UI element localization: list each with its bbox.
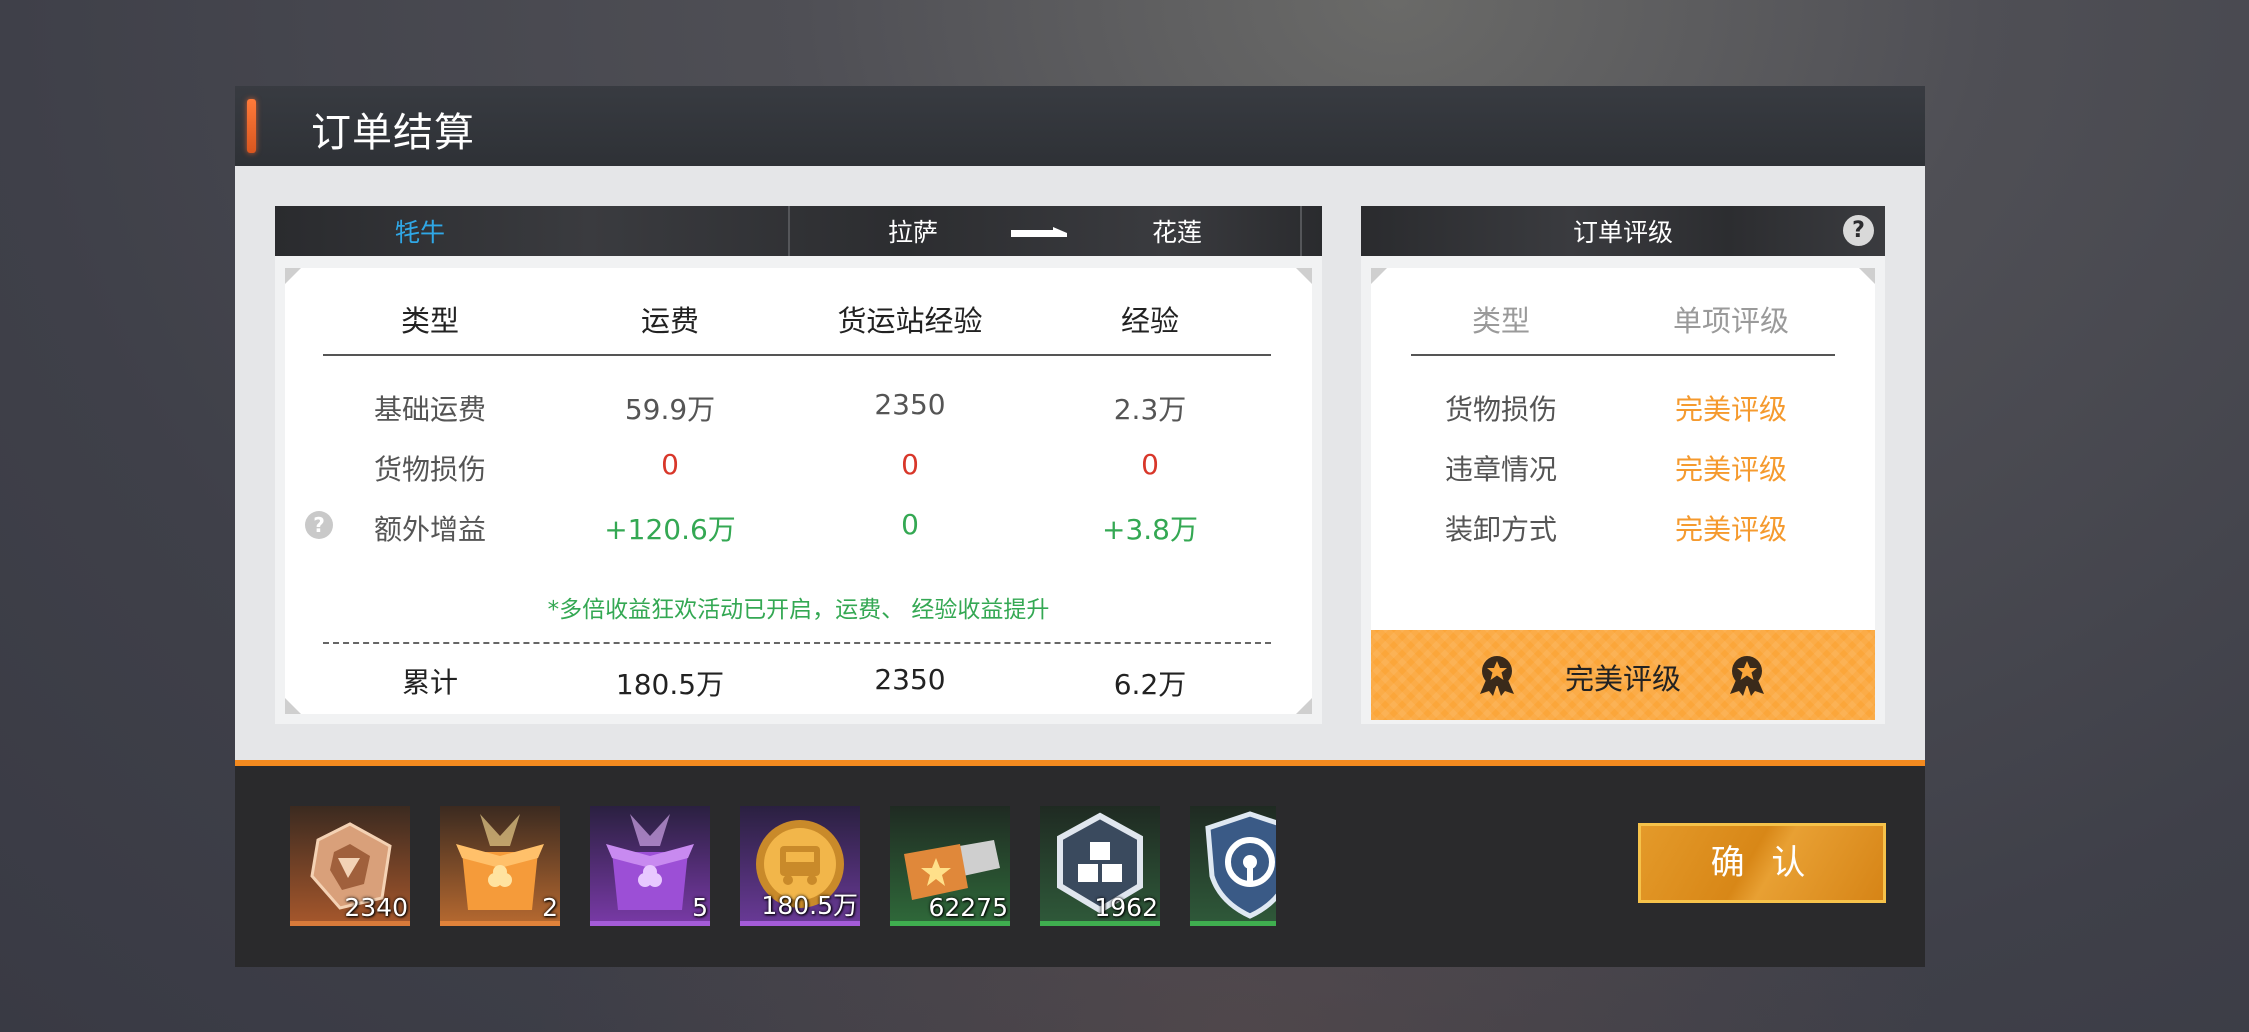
steering-wheel-shield-icon: [1205, 811, 1276, 919]
row-freight: 59.9万: [624, 393, 716, 426]
col-header-exp: 经验: [1120, 304, 1179, 338]
route-header: 牦牛 拉萨 花莲: [275, 206, 1322, 256]
col-header-type: 类型: [400, 304, 459, 338]
row-type: 基础运费: [373, 393, 486, 426]
header-divider-line: [323, 354, 1271, 356]
reward-item[interactable]: 2340: [290, 806, 410, 926]
corner-ornament: [285, 698, 301, 714]
reward-count: 2: [542, 893, 558, 922]
reward-count: 5: [692, 893, 708, 922]
help-icon[interactable]: ?: [1843, 215, 1874, 246]
reward-count: 2340: [344, 893, 408, 922]
rating-row-type: 违章情况: [1444, 453, 1557, 486]
content-area: 牦牛 拉萨 花莲 类型 运费 货运站经验 经验 基础运费 59.9万 2350 …: [235, 166, 1925, 844]
help-icon[interactable]: ?: [305, 511, 333, 539]
reward-count: 180.5万: [761, 891, 858, 920]
row-exp: +3.8万: [1102, 513, 1198, 546]
col-header-type: 类型: [1471, 304, 1530, 338]
row-type: 货物损伤: [373, 453, 486, 486]
rating-row-value: 完美评级: [1674, 453, 1787, 486]
overall-rating-bar: 完美评级: [1371, 630, 1875, 720]
header-divider: [788, 206, 790, 256]
confirm-button[interactable]: 确 认: [1638, 823, 1886, 903]
rarity-strip: [590, 921, 710, 926]
row-freight: +120.6万: [604, 513, 736, 546]
order-settlement-dialog: 订单结算 牦牛 拉萨 花莲 类型 运费 货运站经验 经验 基础运费 59.9万 …: [235, 86, 1925, 967]
page-title: 订单结算: [311, 110, 475, 156]
rating-header: 订单评级 ?: [1361, 206, 1885, 256]
reward-item[interactable]: 62275: [890, 806, 1010, 926]
col-header-station-exp: 货运站经验: [837, 304, 983, 338]
rating-row-type: 货物损伤: [1444, 393, 1557, 426]
rewards-bar: 2340 2 5 180.5万 62275 1962 确 认: [235, 766, 1925, 967]
row-station-exp: 2350: [874, 388, 946, 421]
reward-item[interactable]: 180.5万: [740, 806, 860, 926]
reward-item[interactable]: 5: [590, 806, 710, 926]
rating-row-value: 完美评级: [1674, 393, 1787, 426]
title-accent: [247, 99, 256, 153]
medal-icon: [1730, 656, 1764, 696]
rating-row-type: 装卸方式: [1444, 513, 1557, 546]
row-exp: 0: [1141, 448, 1159, 481]
col-header-rating: 单项评级: [1672, 304, 1789, 338]
reward-item[interactable]: 11: [1190, 806, 1276, 926]
total-divider-line: [323, 642, 1271, 644]
row-freight: 0: [661, 448, 679, 481]
rating-row-value: 完美评级: [1674, 513, 1787, 546]
rarity-strip: [1190, 921, 1276, 926]
route-to: 花莲: [1151, 218, 1202, 247]
income-table: 类型 运费 货运站经验 经验 基础运费 59.9万 2350 2.3万 货物损伤…: [285, 268, 1312, 714]
bonus-event-notice: *多倍收益狂欢活动已开启，运费、 经验收益提升: [547, 597, 1050, 623]
row-station-exp: 0: [901, 508, 919, 541]
corner-ornament: [285, 268, 301, 284]
rarity-strip: [890, 921, 1010, 926]
row-exp: 2.3万: [1113, 393, 1187, 426]
total-label: 累计: [401, 666, 458, 699]
rarity-strip: [290, 921, 410, 926]
total-freight: 180.5万: [615, 668, 725, 701]
row-station-exp: 0: [901, 448, 919, 481]
rarity-strip: [740, 921, 860, 926]
rating-table-frame: 类型 单项评级 货物损伤 完美评级 违章情况 完美评级 装卸方式 完美评级 完美…: [1361, 256, 1885, 724]
corner-ornament: [1296, 698, 1312, 714]
title-bar: 订单结算: [235, 86, 1925, 166]
total-exp: 6.2万: [1113, 668, 1187, 701]
route-arrow-icon: [1011, 227, 1067, 237]
rating-table: 类型 单项评级 货物损伤 完美评级 违章情况 完美评级 装卸方式 完美评级 完美…: [1371, 268, 1875, 720]
rating-title: 订单评级: [1572, 218, 1673, 247]
row-type: 额外增益: [373, 513, 486, 546]
route-from: 拉萨: [887, 218, 938, 247]
col-header-freight: 运费: [640, 304, 699, 338]
rarity-strip: [1040, 921, 1160, 926]
income-panel: 牦牛 拉萨 花莲 类型 运费 货运站经验 经验 基础运费 59.9万 2350 …: [275, 206, 1322, 724]
income-table-frame: 类型 运费 货运站经验 经验 基础运费 59.9万 2350 2.3万 货物损伤…: [275, 256, 1322, 724]
reward-item[interactable]: 2: [440, 806, 560, 926]
reward-item[interactable]: 1962: [1040, 806, 1160, 926]
header-divider-line: [1411, 354, 1835, 356]
rating-panel: 订单评级 ? 类型 单项评级 货物损伤 完美评级 违章情况 完美评级 装卸方式 …: [1361, 206, 1885, 724]
overall-rating-text: 完美评级: [1564, 662, 1681, 696]
corner-ornament: [1859, 268, 1875, 284]
rarity-strip: [440, 921, 560, 926]
corner-ornament: [1296, 268, 1312, 284]
reward-count: 62275: [928, 893, 1008, 922]
vehicle-name: 牦牛: [394, 218, 445, 247]
total-station-exp: 2350: [874, 663, 946, 696]
reward-count: 1962: [1094, 893, 1158, 922]
header-divider: [1300, 206, 1302, 256]
corner-ornament: [1371, 268, 1387, 284]
